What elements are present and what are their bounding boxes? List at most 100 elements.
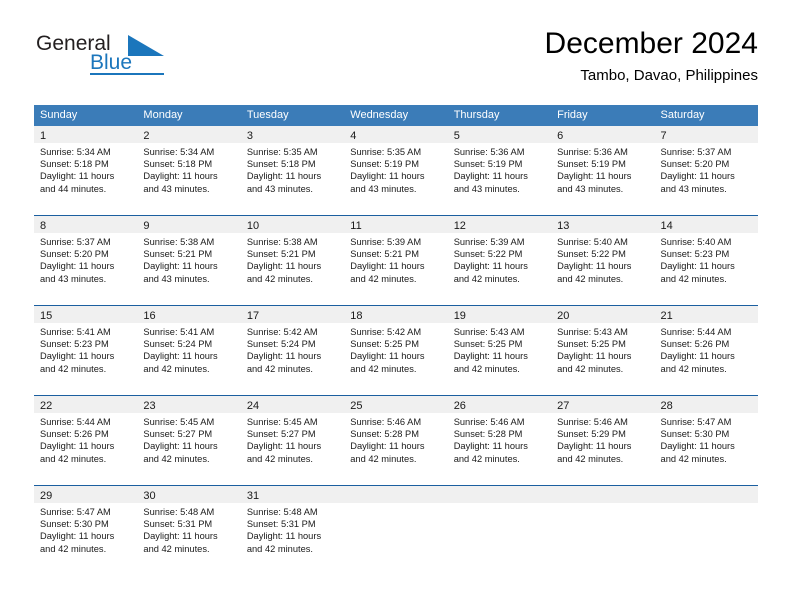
calendar-day-cell[interactable]: 26 Sunrise: 5:46 AM Sunset: 5:28 PM Dayligh… — [447, 396, 552, 485]
day-number: 29 — [40, 490, 53, 502]
day-number-band: 1 — [34, 126, 138, 143]
calendar-day-cell[interactable]: 10 Sunrise: 5:38 AM Sunset: 5:21 PM Dayligh… — [240, 216, 345, 305]
day-number: 27 — [557, 400, 570, 412]
day-detail-line: Daylight: 11 hours — [660, 261, 735, 272]
page-title: December 2024 — [544, 27, 758, 60]
calendar-day-cell[interactable]: 8 Sunrise: 5:37 AM Sunset: 5:20 PM Daylight… — [34, 216, 138, 305]
day-details: Sunrise: 5:38 AM Sunset: 5:21 PM Daylight:… — [137, 233, 240, 285]
calendar-day-cell[interactable]: 28 Sunrise: 5:47 AM Sunset: 5:30 PM Dayligh… — [654, 396, 758, 485]
day-number: 4 — [350, 130, 357, 142]
day-number-band: 11 — [344, 216, 448, 233]
calendar-day-cell[interactable]: 7 Sunrise: 5:37 AM Sunset: 5:20 PM Daylight… — [654, 126, 758, 215]
calendar-day-cell[interactable]: 11 Sunrise: 5:39 AM Sunset: 5:21 PM Dayligh… — [344, 216, 448, 305]
day-detail-line: and 42 minutes. — [246, 453, 313, 464]
calendar-day-cell[interactable]: 3 Sunrise: 5:35 AM Sunset: 5:18 PM Daylight… — [240, 126, 345, 215]
calendar-day-cell[interactable]: 14 Sunrise: 5:40 AM Sunset: 5:23 PM Dayligh… — [654, 216, 758, 305]
day-details: Sunrise: 5:41 AM Sunset: 5:24 PM Daylight:… — [137, 323, 240, 375]
calendar-day-cell[interactable]: 16 Sunrise: 5:41 AM Sunset: 5:24 PM Dayligh… — [137, 306, 241, 395]
day-details: Sunrise: 5:41 AM Sunset: 5:23 PM Daylight:… — [34, 323, 137, 375]
calendar-day-cell[interactable]: 2 Sunrise: 5:34 AM Sunset: 5:18 PM Daylight… — [137, 126, 241, 215]
calendar-grid: Sunday Monday Tuesday Wednesday Thursday Frid… — [34, 105, 758, 575]
calendar-day-cell-empty — [551, 486, 655, 575]
day-detail-line: Sunrise: 5:42 AM — [246, 327, 318, 337]
day-details: Sunrise: 5:37 AM Sunset: 5:20 PM Daylight:… — [655, 143, 758, 195]
day-number: 2 — [143, 130, 150, 142]
day-details: Sunrise: 5:39 AM Sunset: 5:22 PM Daylight:… — [448, 233, 551, 285]
calendar-day-cell[interactable]: 6 Sunrise: 5:36 AM Sunset: 5:19 PM Daylight… — [551, 126, 655, 215]
day-number-band: 16 — [137, 306, 241, 323]
day-detail-line: and 42 minutes. — [40, 453, 107, 464]
day-detail-line: Sunrise: 5:48 AM — [143, 507, 215, 517]
calendar-day-cell[interactable]: 9 Sunrise: 5:38 AM Sunset: 5:21 PM Daylight… — [137, 216, 241, 305]
calendar-day-cell[interactable]: 29 Sunrise: 5:47 AM Sunset: 5:30 PM Dayligh… — [34, 486, 138, 575]
day-detail-line: Sunrise: 5:41 AM — [40, 327, 111, 337]
day-detail-line: Sunrise: 5:36 AM — [453, 147, 525, 157]
calendar-day-cell[interactable]: 19 Sunrise: 5:43 AM Sunset: 5:25 PM Dayligh… — [447, 306, 552, 395]
day-number: 13 — [557, 220, 570, 232]
day-number-band: 24 — [240, 396, 345, 413]
day-number: 30 — [143, 490, 156, 502]
calendar-day-cell[interactable]: 17 Sunrise: 5:42 AM Sunset: 5:24 PM Dayligh… — [240, 306, 345, 395]
day-detail-line: Sunrise: 5:47 AM — [660, 417, 732, 427]
day-details: Sunrise: 5:42 AM Sunset: 5:25 PM Daylight:… — [344, 323, 447, 375]
day-detail-line: Sunset: 5:25 PM — [453, 339, 523, 350]
day-detail-line: Sunrise: 5:37 AM — [40, 237, 111, 247]
day-number-band — [551, 486, 655, 503]
calendar-day-cell[interactable]: 5 Sunrise: 5:36 AM Sunset: 5:19 PM Daylight… — [447, 126, 552, 215]
calendar-day-cell[interactable]: 20 Sunrise: 5:43 AM Sunset: 5:25 PM Dayligh… — [551, 306, 655, 395]
day-details: Sunrise: 5:43 AM Sunset: 5:25 PM Daylight:… — [448, 323, 551, 375]
day-number: 5 — [453, 130, 460, 142]
calendar-day-cell[interactable]: 4 Sunrise: 5:35 AM Sunset: 5:19 PM Daylight… — [344, 126, 448, 215]
calendar-day-cell[interactable]: 22 Sunrise: 5:44 AM Sunset: 5:26 PM Dayligh… — [34, 396, 138, 485]
day-details: Sunrise: 5:48 AM Sunset: 5:31 PM Daylight:… — [241, 503, 344, 555]
day-number: 22 — [40, 400, 53, 412]
day-detail-line: Sunset: 5:25 PM — [350, 339, 419, 350]
day-details: Sunrise: 5:46 AM Sunset: 5:28 PM Daylight:… — [344, 413, 447, 465]
day-number: 24 — [246, 400, 260, 412]
day-detail-line: and 42 minutes. — [350, 273, 417, 284]
day-number-band: 29 — [34, 486, 138, 503]
weekday-header-monday: Monday — [143, 109, 183, 121]
calendar-day-cell[interactable]: 27 Sunrise: 5:46 AM Sunset: 5:29 PM Dayligh… — [551, 396, 655, 485]
day-number: 25 — [350, 400, 363, 412]
calendar-day-cell[interactable]: 24 Sunrise: 5:45 AM Sunset: 5:27 PM Dayligh… — [240, 396, 345, 485]
day-detail-line: and 42 minutes. — [557, 453, 624, 464]
day-number: 11 — [350, 220, 362, 232]
day-number: 12 — [453, 220, 466, 232]
day-detail-line: Daylight: 11 hours — [557, 171, 632, 182]
calendar-day-cell[interactable]: 23 Sunrise: 5:45 AM Sunset: 5:27 PM Dayligh… — [137, 396, 241, 485]
weekday-header-friday: Friday — [557, 109, 588, 121]
day-details: Sunrise: 5:38 AM Sunset: 5:21 PM Daylight:… — [241, 233, 344, 285]
day-number-band: 9 — [137, 216, 241, 233]
day-detail-line: Sunset: 5:26 PM — [40, 429, 109, 440]
calendar-week-row: 8 Sunrise: 5:37 AM Sunset: 5:20 PM Daylight… — [34, 215, 758, 305]
day-detail-line: Daylight: 11 hours — [350, 261, 425, 272]
day-detail-line: Sunrise: 5:34 AM — [143, 147, 215, 157]
calendar-day-cell[interactable]: 31 Sunrise: 5:48 AM Sunset: 5:31 PM Dayligh… — [240, 486, 345, 575]
day-detail-line: Daylight: 11 hours — [246, 441, 322, 452]
day-number-band: 26 — [447, 396, 552, 413]
calendar-day-cell[interactable]: 25 Sunrise: 5:46 AM Sunset: 5:28 PM Dayligh… — [344, 396, 448, 485]
calendar-day-cell[interactable]: 30 Sunrise: 5:48 AM Sunset: 5:31 PM Dayligh… — [137, 486, 241, 575]
day-number-band: 20 — [551, 306, 655, 323]
brand-triangle-icon — [128, 35, 164, 56]
day-number-band: 8 — [34, 216, 138, 233]
calendar-day-cell[interactable]: 18 Sunrise: 5:42 AM Sunset: 5:25 PM Dayligh… — [344, 306, 448, 395]
day-number-band: 27 — [551, 396, 655, 413]
day-detail-line: Sunset: 5:28 PM — [350, 429, 419, 440]
day-number: 16 — [143, 310, 156, 322]
day-detail-line: Daylight: 11 hours — [40, 531, 115, 542]
day-number: 8 — [40, 220, 47, 232]
day-details: Sunrise: 5:35 AM Sunset: 5:18 PM Daylight:… — [241, 143, 344, 195]
calendar-day-cell[interactable]: 15 Sunrise: 5:41 AM Sunset: 5:23 PM Dayligh… — [34, 306, 138, 395]
calendar-day-cell[interactable]: 1 Sunrise: 5:34 AM Sunset: 5:18 PM Daylight… — [34, 126, 138, 215]
day-detail-line: Daylight: 11 hours — [246, 261, 322, 272]
calendar-day-cell[interactable]: 12 Sunrise: 5:39 AM Sunset: 5:22 PM Dayligh… — [447, 216, 552, 305]
calendar-day-cell[interactable]: 21 Sunrise: 5:44 AM Sunset: 5:26 PM Dayligh… — [654, 306, 758, 395]
day-number-band: 5 — [447, 126, 552, 143]
day-detail-line: Sunrise: 5:45 AM — [246, 417, 318, 427]
day-number: 17 — [246, 310, 260, 322]
calendar-day-cell[interactable]: 13 Sunrise: 5:40 AM Sunset: 5:22 PM Dayligh… — [551, 216, 655, 305]
day-number-band: 25 — [344, 396, 448, 413]
day-details: Sunrise: 5:34 AM Sunset: 5:18 PM Daylight:… — [34, 143, 137, 195]
